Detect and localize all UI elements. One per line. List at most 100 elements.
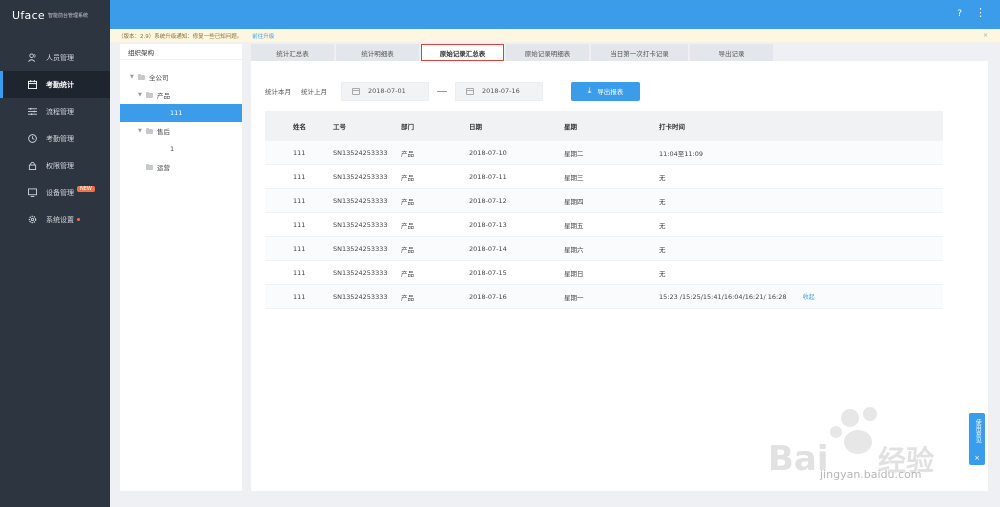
filter-bar: 统计本月 统计上月 2018-07-01 2018-07-16 ⤓ 导出报表 [265,81,640,101]
tab-raw-summary[interactable]: 原始记录汇总表 [421,44,504,61]
gear-icon [28,215,37,224]
cell-weekday: 星期四 [564,197,584,206]
col-date: 日期 [469,123,482,131]
tree-node-aftersales[interactable]: ▼ 售后 [120,122,242,140]
this-month-link[interactable]: 统计本月 [265,86,291,96]
cell-punch: 无 [659,221,666,230]
cell-punch: 11:04至11:09 [659,149,703,158]
table-row: 111 SN13524253333 产品 2018-07-15 星期日 无 [265,261,943,285]
new-badge: NEW [77,185,95,192]
end-date-value: 2018-07-16 [482,87,520,95]
cell-punch: 无 [659,173,666,182]
sidebar-item-device[interactable]: 设备管理 NEW [0,179,110,206]
last-month-link[interactable]: 统计上月 [301,86,327,96]
folder-icon [146,91,153,98]
tab-detail[interactable]: 统计明细表 [336,44,419,61]
device-icon [28,188,37,197]
sidebar-item-label: 设备管理 [46,188,74,197]
cell-dept: 产品 [401,173,414,182]
table-row: 111 SN13524253333 产品 2018-07-12 星期四 无 [265,189,943,213]
tab-export-records[interactable]: 导出记录 [690,44,773,61]
caret-down-icon[interactable]: ▼ [138,92,146,98]
clock-icon [28,134,37,143]
col-name: 姓名 [293,123,306,131]
org-panel: 组织架构 ▼ 全公司 ▼ 产品 111 ▼ 售后 1 运营 [120,44,242,491]
col-punch-time: 打卡时间 [659,123,685,131]
close-icon[interactable]: × [974,454,980,462]
close-icon[interactable]: × [983,32,988,39]
more-icon[interactable]: ⋮ [975,6,986,19]
cell-dept: 产品 [401,221,414,230]
feedback-label: 使用意见 [974,419,982,443]
end-date-input[interactable]: 2018-07-16 [455,81,543,101]
tab-raw-detail[interactable]: 原始记录明细表 [506,44,589,61]
tab-summary[interactable]: 统计汇总表 [251,44,334,61]
tree-node-label: 1 [170,145,175,153]
tree-node-label: 111 [170,109,183,117]
sidebar-item-flow[interactable]: 流程管理 [0,98,110,125]
top-header: ? ⋮ [110,0,1000,29]
brand-subtitle: 智能前台管理系统 [47,12,88,19]
cell-id: SN13524253333 [333,292,388,301]
start-date-input[interactable]: 2018-07-01 [341,81,429,101]
table-row: 111 SN13524253333 产品 2018-07-11 星期三 无 [265,165,943,189]
cell-dept: 产品 [401,269,414,278]
sidebar-item-users[interactable]: 人员管理 [0,44,110,71]
cell-date: 2018-07-15 [469,268,507,277]
cell-date: 2018-07-16 [469,292,507,301]
sidebar-item-settings[interactable]: 系统设置 [0,206,110,233]
sidebar-item-permission[interactable]: 权限管理 [0,152,110,179]
cell-punch: 无 [659,197,666,206]
sidebar-item-attendance-mgmt[interactable]: 考勤管理 [0,125,110,152]
caret-down-icon[interactable]: ▼ [130,74,138,80]
start-date-value: 2018-07-01 [368,87,406,95]
table-row: 111 SN13524253333 产品 2018-07-10 星期二 11:0… [265,141,943,165]
sidebar-item-label: 人员管理 [46,53,74,62]
sidebar: Uface 智能前台管理系统 人员管理 考勤统计 流程管理 考勤管理 权限管理 … [0,0,110,507]
tree-node-label: 运营 [157,164,170,172]
cell-weekday: 星期六 [564,245,584,254]
cell-name: 111 [293,148,306,157]
users-icon [28,53,36,62]
date-separator [437,90,447,92]
caret-down-icon[interactable]: ▼ [138,128,146,134]
calendar-icon [466,87,474,95]
upgrade-link[interactable]: 前往升级 [252,32,274,40]
sidebar-item-attendance-stats[interactable]: 考勤统计 [0,71,110,98]
sidebar-item-label: 系统设置 [46,215,74,224]
table-header: 姓名 工号 部门 日期 星期 打卡时间 [265,111,943,141]
tree-node-111[interactable]: 111 [120,104,242,122]
cell-date: 2018-07-13 [469,220,507,229]
cell-weekday: 星期三 [564,173,584,182]
cell-name: 111 [293,244,306,253]
export-report-button[interactable]: ⤓ 导出报表 [571,81,640,101]
collapse-link[interactable]: 收起 [803,294,815,301]
watermark-url: jingyan.baidu.com [820,468,922,481]
upgrade-notice: （版本：2.9）系统升级通知：修复一些已知问题。 前往升级 × [110,29,1000,42]
cell-name: 111 [293,172,306,181]
col-weekday: 星期 [564,123,577,131]
folder-icon [138,73,145,80]
calendar-icon [28,80,37,89]
cell-id: SN13524253333 [333,148,388,157]
feedback-button[interactable]: 使用意见 × [969,413,985,465]
cell-id: SN13524253333 [333,268,388,277]
tree-node-operations[interactable]: 运营 [120,158,242,176]
cell-date: 2018-07-14 [469,244,507,253]
cell-name: 111 [293,196,306,205]
tree-node-product[interactable]: ▼ 产品 [120,86,242,104]
brand-name: Uface [12,8,45,22]
folder-icon [146,127,153,134]
tab-first-punch[interactable]: 当日第一次打卡记录 [591,44,688,61]
tree-node-label: 产品 [157,92,170,100]
help-icon[interactable]: ? [957,9,962,19]
lock-icon [28,161,37,170]
cell-name: 111 [293,220,306,229]
sidebar-nav: 人员管理 考勤统计 流程管理 考勤管理 权限管理 设备管理 NEW 系统设置 [0,44,110,233]
table-row: 111 SN13524253333 产品 2018-07-13 星期五 无 [265,213,943,237]
tree-node-company[interactable]: ▼ 全公司 [120,68,242,86]
tree-node-1[interactable]: 1 [120,140,242,158]
logo: Uface 智能前台管理系统 [0,0,110,30]
sidebar-item-label: 流程管理 [46,107,74,116]
cell-date: 2018-07-11 [469,172,507,181]
